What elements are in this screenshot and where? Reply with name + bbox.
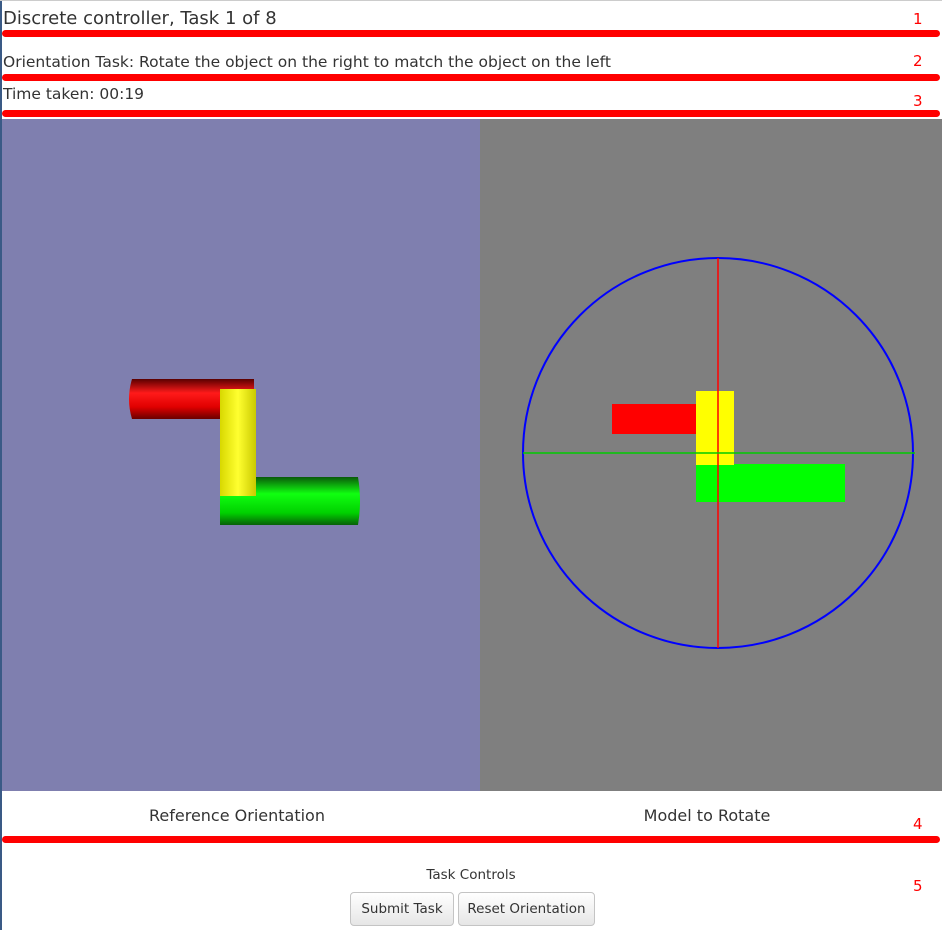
task-title: Discrete controller, Task 1 of 8 bbox=[3, 8, 277, 29]
annotation-underline-2 bbox=[2, 74, 940, 81]
annotation-underline-3 bbox=[2, 110, 940, 117]
task-controls-label: Task Controls bbox=[426, 867, 516, 883]
model-to-rotate-label: Model to Rotate bbox=[643, 806, 771, 825]
timer-display: Time taken: 00:19 bbox=[3, 85, 145, 103]
reference-viewport bbox=[2, 119, 480, 791]
annotation-underline-1 bbox=[2, 30, 940, 37]
task-instructions: Orientation Task: Rotate the object on t… bbox=[3, 53, 611, 71]
reference-object-scene bbox=[129, 379, 360, 525]
submit-task-button[interactable]: Submit Task bbox=[350, 892, 454, 926]
annotation-number-4: 4 bbox=[913, 815, 923, 833]
window-top-edge bbox=[0, 0, 942, 1]
reference-yellow-segment bbox=[220, 389, 256, 496]
reset-orientation-button[interactable]: Reset Orientation bbox=[458, 892, 595, 926]
model-red-segment bbox=[612, 404, 698, 434]
reference-orientation-label: Reference Orientation bbox=[149, 806, 325, 825]
rotation-gizmo-scene[interactable] bbox=[480, 119, 942, 791]
annotation-number-3: 3 bbox=[913, 92, 923, 110]
annotation-number-5: 5 bbox=[913, 877, 923, 895]
model-yellow-segment bbox=[696, 391, 734, 465]
annotation-underline-4 bbox=[2, 836, 940, 843]
annotation-number-1: 1 bbox=[913, 10, 923, 28]
model-viewport[interactable] bbox=[480, 119, 942, 791]
annotation-number-2: 2 bbox=[913, 52, 923, 70]
